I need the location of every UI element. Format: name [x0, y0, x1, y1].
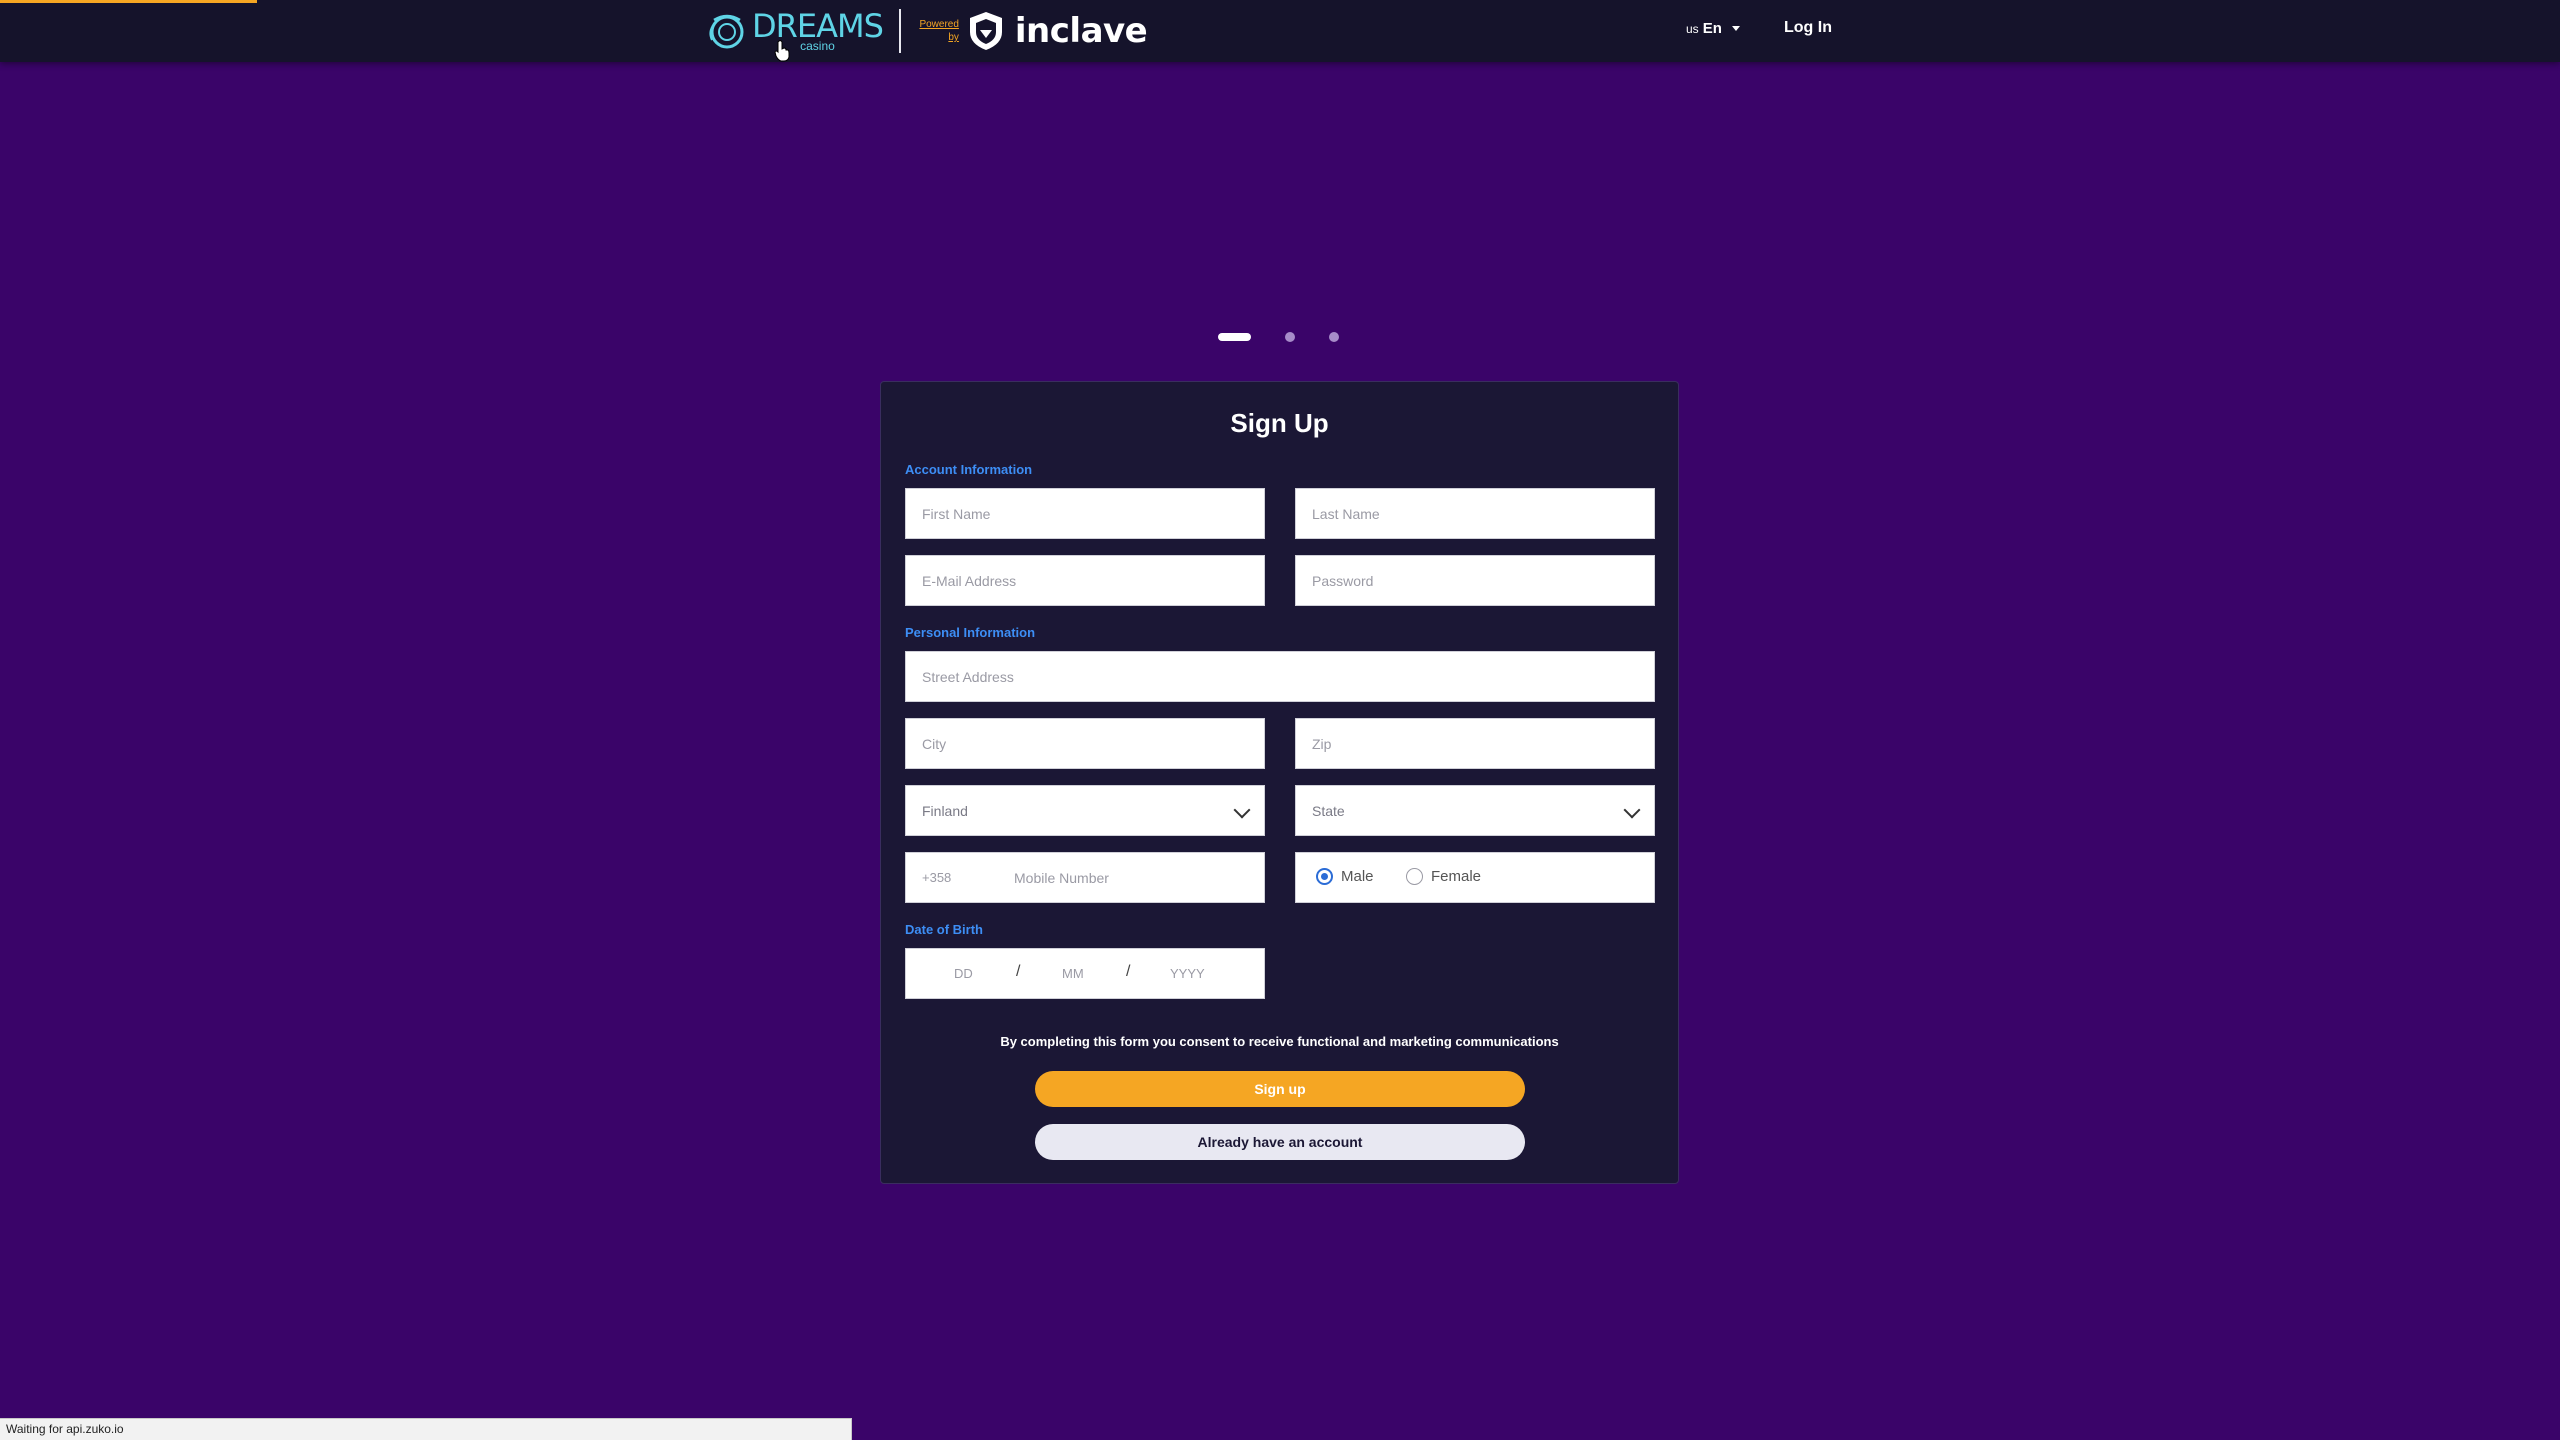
gender-male-option[interactable]: Male: [1316, 868, 1374, 885]
city-field[interactable]: [905, 718, 1265, 769]
personal-info-label: Personal Information: [905, 625, 1036, 640]
sign-up-button[interactable]: Sign up: [1035, 1071, 1525, 1107]
state-select[interactable]: State: [1295, 785, 1655, 836]
street-address-input[interactable]: [906, 652, 1654, 701]
phone-prefix[interactable]: +358: [922, 870, 951, 885]
mobile-field[interactable]: +358: [905, 852, 1265, 903]
dob-separator: /: [1016, 963, 1021, 980]
carousel-indicators: [1218, 332, 1339, 342]
chevron-down-icon: [1731, 26, 1740, 31]
state-value: State: [1312, 803, 1345, 819]
zip-field[interactable]: [1295, 718, 1655, 769]
female-label: Female: [1431, 868, 1482, 885]
language-flag: us: [1686, 21, 1699, 36]
dob-field[interactable]: DD / MM / YYYY: [905, 948, 1265, 999]
top-navbar: DREAMS casino Powered by inclave us En L…: [0, 0, 2560, 62]
casino-chip-icon: [709, 14, 744, 49]
dob-separator: /: [1126, 963, 1131, 980]
consent-text: By completing this form you consent to r…: [1000, 1034, 1559, 1049]
brand-name: DREAMS: [752, 7, 884, 45]
street-address-field[interactable]: [905, 651, 1655, 702]
carousel-dot-active[interactable]: [1218, 333, 1251, 341]
page-loading-bar: [0, 0, 257, 3]
account-info-label: Account Information: [905, 462, 1033, 477]
zip-input[interactable]: [1296, 719, 1654, 768]
gender-field: Male Female: [1295, 852, 1655, 903]
country-select[interactable]: Finland: [905, 785, 1265, 836]
inclave-shield-icon: [969, 12, 1002, 50]
dob-label: Date of Birth: [905, 922, 983, 937]
male-label: Male: [1341, 868, 1374, 885]
browser-status-bar: Waiting for api.zuko.io: [0, 1418, 852, 1440]
chevron-down-icon: [1623, 801, 1641, 819]
dob-month-input[interactable]: MM: [1062, 966, 1084, 981]
logo-divider: [898, 9, 901, 53]
powered-by-label[interactable]: Powered by: [913, 18, 958, 44]
last-name-field[interactable]: [1295, 488, 1655, 539]
carousel-dot[interactable]: [1285, 332, 1295, 342]
email-input[interactable]: [906, 556, 1264, 605]
male-radio[interactable]: [1316, 868, 1333, 885]
partner-name: inclave: [1014, 11, 1148, 51]
language-selector[interactable]: us En: [1686, 20, 1740, 37]
dreams-casino-logo[interactable]: DREAMS casino: [706, 7, 884, 52]
hand-cursor-icon: [774, 40, 790, 62]
chevron-down-icon: [1233, 801, 1251, 819]
first-name-input[interactable]: [906, 489, 1264, 538]
password-field[interactable]: [1295, 555, 1655, 606]
dob-year-input[interactable]: YYYY: [1170, 966, 1205, 981]
city-input[interactable]: [906, 719, 1264, 768]
carousel-dot[interactable]: [1329, 332, 1339, 342]
first-name-field[interactable]: [905, 488, 1265, 539]
login-link[interactable]: Log In: [1784, 19, 1832, 37]
gender-female-option[interactable]: Female: [1406, 868, 1481, 885]
already-have-account-button[interactable]: Already have an account: [1035, 1124, 1525, 1160]
email-field[interactable]: [905, 555, 1265, 606]
last-name-input[interactable]: [1296, 489, 1654, 538]
page-title: Sign Up: [1230, 408, 1329, 438]
dob-day-input[interactable]: DD: [954, 966, 973, 981]
brand-logos[interactable]: DREAMS casino Powered by inclave: [706, 7, 1148, 54]
signup-card: Sign Up Account Information Personal Inf…: [880, 381, 1679, 1184]
country-value: Finland: [922, 803, 968, 819]
mobile-number-input[interactable]: [1006, 853, 1264, 902]
password-input[interactable]: [1296, 556, 1654, 605]
female-radio[interactable]: [1406, 868, 1423, 885]
language-code: En: [1702, 20, 1722, 37]
